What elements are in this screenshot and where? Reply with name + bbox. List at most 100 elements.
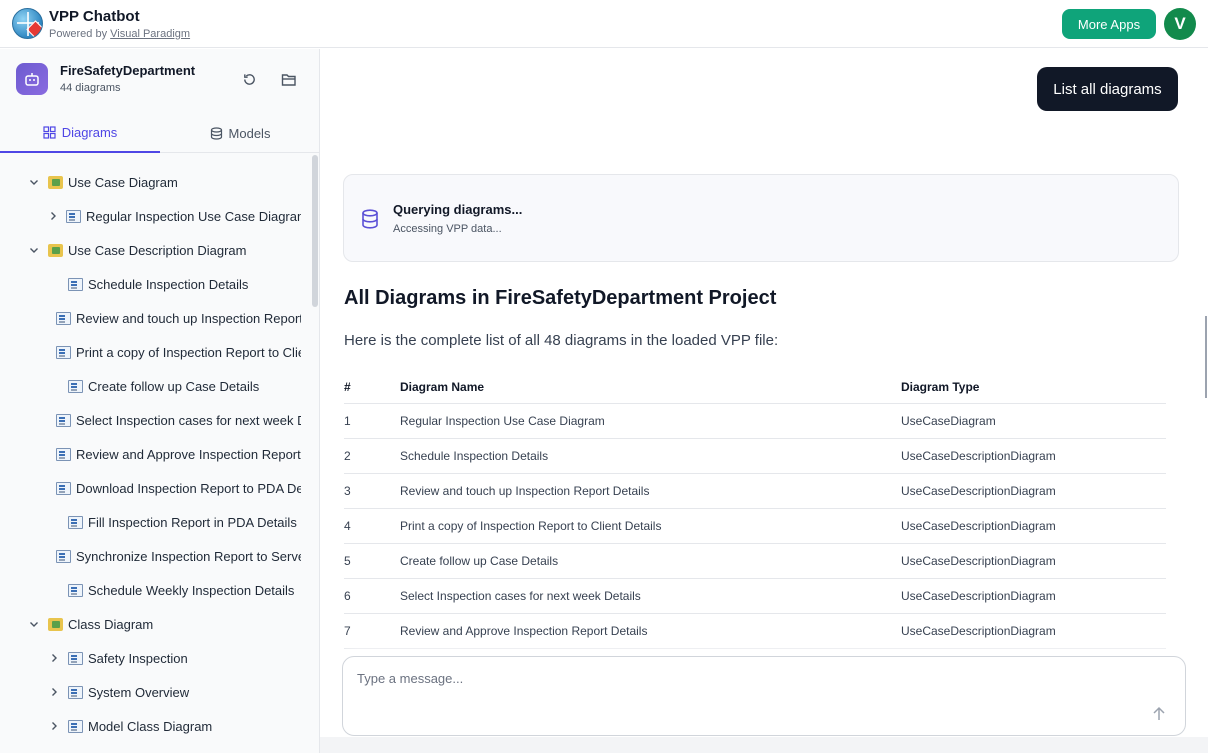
powered-by: Powered by Visual Paradigm (49, 28, 190, 40)
query-status-card: Querying diagrams... Accessing VPP data.… (343, 174, 1179, 262)
tree-item-label: Regular Inspection Use Case Diagram (86, 208, 301, 224)
tree-item-label: Select Inspection cases for next week De… (76, 412, 301, 428)
row-diagram-type: UseCaseDescriptionDiagram (901, 554, 1056, 568)
diagram-icon (68, 651, 83, 665)
tree-item-label: Model Class Diagram (88, 718, 213, 734)
tree-item-label: Safety Inspection (88, 650, 188, 666)
query-subtitle: Accessing VPP data... (393, 223, 502, 235)
send-button[interactable] (1149, 704, 1169, 724)
diagram-icon (68, 719, 83, 733)
row-number: 5 (344, 554, 351, 568)
diagram-icon (56, 481, 71, 495)
tab-diagrams-label: Diagrams (61, 124, 118, 140)
arrow-up-icon (1153, 706, 1165, 720)
tree-item[interactable]: Print a copy of Inspection Report to Cli… (48, 335, 301, 369)
tree-item-label: Class Diagram (68, 616, 154, 632)
tree-item[interactable]: System Overview (48, 675, 301, 709)
row-number: 3 (344, 484, 351, 498)
table-header: # Diagram Name Diagram Type (344, 370, 1166, 404)
tab-models[interactable]: Models (160, 113, 319, 153)
bottom-strip (320, 737, 1208, 753)
row-diagram-name: Select Inspection cases for next week De… (400, 589, 641, 603)
row-diagram-type: UseCaseDescriptionDiagram (901, 589, 1056, 603)
diagram-icon (56, 311, 71, 325)
chevron-down-icon[interactable] (28, 176, 40, 188)
diagram-icon (68, 515, 83, 529)
table-row: 5 Create follow up Case Details UseCaseDes… (344, 544, 1166, 579)
table-row: 2 Schedule Inspection Details UseCaseDescr… (344, 439, 1166, 474)
tree-item[interactable]: Safety Inspection (48, 641, 301, 675)
table-row: 3 Review and touch up Inspection Report D… (344, 474, 1166, 509)
row-diagram-name: Print a copy of Inspection Report to Cli… (400, 519, 662, 533)
col-header-type: Diagram Type (901, 380, 980, 394)
tree-item-label: Schedule Weekly Inspection Details (88, 582, 295, 598)
diagram-icon (56, 447, 71, 461)
chevron-down-icon[interactable] (28, 244, 40, 256)
row-diagram-name: Schedule Inspection Details (400, 449, 549, 463)
tree-folder[interactable]: Use Case Description Diagram (28, 233, 308, 267)
tree-item[interactable]: Review and touch up Inspection Report De… (48, 301, 301, 335)
chat-scrollbar[interactable] (1205, 316, 1207, 398)
row-number: 1 (344, 414, 351, 428)
tree-item[interactable]: Synchronize Inspection Report to Server … (48, 539, 301, 573)
database-icon (361, 209, 379, 234)
row-diagram-type: UseCaseDescriptionDiagram (901, 624, 1056, 638)
tree-item[interactable]: Fill Inspection Report in PDA Details (48, 505, 301, 539)
row-number: 6 (344, 589, 351, 603)
diagram-icon (56, 549, 71, 563)
refresh-icon[interactable] (239, 69, 259, 89)
diagram-icon (68, 277, 83, 291)
folder-icon (48, 175, 63, 189)
table-row: 6 Select Inspection cases for next week D… (344, 579, 1166, 614)
tree-item[interactable]: Review and Approve Inspection Report Det… (48, 437, 301, 471)
tree-item-label: Fill Inspection Report in PDA Details (88, 514, 297, 530)
row-diagram-name: Regular Inspection Use Case Diagram (400, 414, 605, 428)
grid-icon (43, 125, 56, 139)
chevron-down-icon[interactable] (28, 618, 40, 630)
tree-item[interactable]: Create follow up Case Details (48, 369, 301, 403)
tree-item[interactable]: Select Inspection cases for next week De… (48, 403, 301, 437)
message-composer (342, 656, 1186, 736)
row-number: 2 (344, 449, 351, 463)
tree-item-label: Use Case Diagram (68, 174, 178, 190)
col-header-name: Diagram Name (400, 380, 485, 394)
query-title: Querying diagrams... (393, 202, 523, 217)
tree-item[interactable]: Schedule Inspection Details (48, 267, 301, 301)
chat-panel: List all diagrams Querying diagrams... A… (320, 49, 1208, 753)
tree-item-label: Synchronize Inspection Report to Server … (76, 548, 301, 564)
response-heading: All Diagrams in FireSafetyDepartment Pro… (344, 287, 777, 309)
tree-item[interactable]: Regular Inspection Use Case Diagram (48, 199, 301, 233)
tree-folder[interactable]: Use Case Diagram (28, 165, 308, 199)
chevron-right-icon[interactable] (48, 652, 60, 664)
tree-item-label: Create follow up Case Details (88, 378, 260, 394)
tree-item[interactable]: Download Inspection Report to PDA Detail… (48, 471, 301, 505)
more-apps-button[interactable]: More Apps (1062, 9, 1156, 39)
tree-folder[interactable]: Class Diagram (28, 607, 308, 641)
tree-item[interactable]: Model Class Diagram (48, 709, 301, 743)
folder-open-icon[interactable] (279, 69, 299, 89)
visual-paradigm-link[interactable]: Visual Paradigm (110, 28, 190, 40)
chevron-right-icon[interactable] (48, 720, 60, 732)
tab-diagrams[interactable]: Diagrams (0, 113, 160, 153)
tree-item[interactable]: Schedule Weekly Inspection Details (48, 573, 301, 607)
sidebar-tabs: Diagrams Models (0, 113, 319, 153)
row-diagram-type: UseCaseDescriptionDiagram (901, 449, 1056, 463)
diagram-count: 44 diagrams (60, 82, 121, 94)
chevron-right-icon[interactable] (48, 210, 58, 222)
sidebar: FireSafetyDepartment 44 diagrams Diagram… (0, 49, 320, 753)
user-avatar[interactable]: V (1164, 8, 1196, 40)
chevron-right-icon[interactable] (48, 686, 60, 698)
diagram-icon (68, 685, 83, 699)
diagram-icon (66, 209, 81, 223)
table-row: 7 Review and Approve Inspection Report De… (344, 614, 1166, 649)
diagram-icon (56, 413, 71, 427)
message-input[interactable] (357, 671, 1137, 686)
row-diagram-type: UseCaseDescriptionDiagram (901, 484, 1056, 498)
powered-by-prefix: Powered by (49, 28, 108, 40)
sidebar-scrollbar[interactable] (312, 155, 318, 307)
col-header-number: # (344, 380, 351, 394)
tree-item-label: Review and touch up Inspection Report De… (76, 310, 301, 326)
